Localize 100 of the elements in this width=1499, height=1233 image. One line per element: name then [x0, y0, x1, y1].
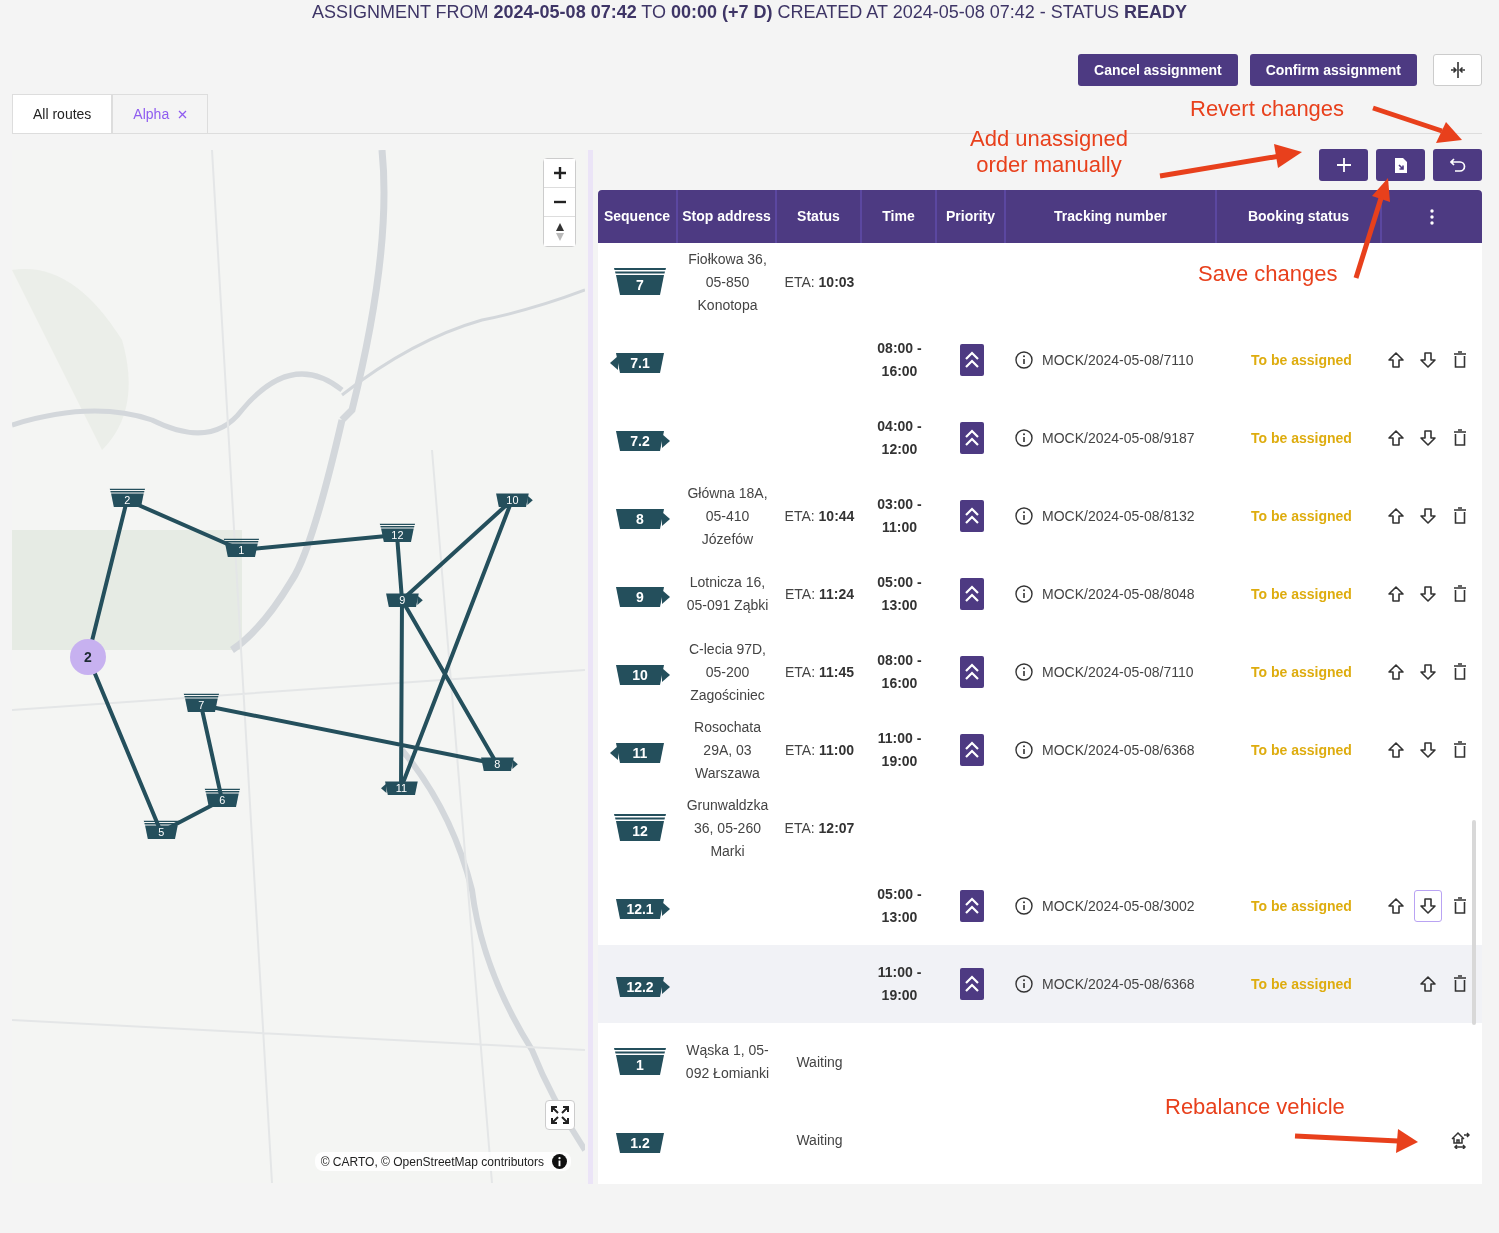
zoom-in-button[interactable]	[544, 159, 575, 188]
booking-status: To be assigned	[1251, 740, 1352, 760]
route-tab[interactable]: All routes	[12, 94, 113, 133]
arrow-down-icon	[1419, 663, 1437, 681]
trash-icon	[1452, 741, 1468, 759]
stop-address: Fiołkowa 36, 05-850 Konotopa	[687, 249, 768, 315]
tracking-number: MOCK/2024-05-08/8048	[1042, 584, 1195, 604]
plus-icon	[553, 167, 566, 179]
stop-address: Grunwaldzka 36, 05-260 Marki	[685, 795, 770, 861]
undo-button[interactable]	[1433, 149, 1482, 181]
trash-icon	[1452, 351, 1468, 369]
scrollbar-thumb[interactable]	[1472, 820, 1476, 1025]
stop-address: Główna 18A, 05-410 Józefów	[686, 483, 769, 549]
tracking-number: MOCK/2024-05-08/3002	[1042, 896, 1195, 916]
arrow-down-icon	[1419, 585, 1437, 603]
tracking-number: MOCK/2024-05-08/8132	[1042, 506, 1195, 526]
add-order-button[interactable]	[1319, 149, 1368, 181]
tracking-number: MOCK/2024-05-08/7110	[1042, 662, 1194, 682]
time-window: 11:00 - 19:00	[868, 727, 931, 773]
time-window: 05:00 - 13:00	[868, 571, 931, 617]
plus-icon	[1336, 158, 1351, 172]
trash-icon	[1452, 975, 1468, 993]
arrow-up-icon	[1387, 585, 1405, 603]
map-attribution: © CARTO, © OpenStreetMap contributors	[320, 1154, 544, 1169]
tracking-number: MOCK/2024-05-08/6368	[1042, 974, 1195, 994]
stop-address: Lotnicza 16, 05-091 Ząbki	[685, 573, 770, 615]
stop-status: Waiting	[796, 1052, 843, 1072]
time-window: 08:00 - 16:00	[868, 649, 931, 695]
stop-status: ETA: 12:07	[784, 818, 855, 838]
info-icon[interactable]	[1015, 351, 1033, 369]
booking-status: To be assigned	[1251, 584, 1352, 604]
booking-status: To be assigned	[1251, 506, 1352, 526]
info-icon[interactable]	[1015, 741, 1033, 759]
annotation-text: Revert changes	[1190, 96, 1346, 122]
close-icon[interactable]	[178, 109, 188, 119]
stop-status: ETA: 10:03	[784, 272, 855, 292]
split-view-icon	[1448, 61, 1467, 79]
trash-icon	[1452, 663, 1468, 681]
move-down-button[interactable]	[1414, 890, 1442, 922]
annotation-text: Rebalance vehicle	[1165, 1094, 1346, 1120]
arrow-up-icon	[1387, 897, 1405, 915]
arrow-up-icon	[1387, 741, 1405, 759]
assignment-title: ASSIGNMENT FROM 2024-05-08 07:42 TO 00:00 (+7 D) CREATED AT 2024-05-08 07:42 - STATUS READY	[310, 1, 1189, 24]
arrow-up-icon	[1387, 507, 1405, 525]
info-icon[interactable]	[1015, 975, 1033, 993]
booking-status: To be assigned	[1251, 428, 1352, 448]
tracking-number: MOCK/2024-05-08/6368	[1042, 740, 1195, 760]
booking-status: To be assigned	[1251, 896, 1352, 916]
arrow-up-icon	[1419, 975, 1437, 993]
booking-status: To be assigned	[1251, 662, 1352, 682]
info-icon[interactable]	[1015, 507, 1033, 525]
trash-icon	[1452, 897, 1468, 915]
save-button[interactable]	[1376, 149, 1425, 181]
annotation-text: Add unassigned order manually	[969, 126, 1129, 178]
arrow-up-icon	[1387, 351, 1405, 369]
arrow-up-icon	[1387, 663, 1405, 681]
assignment-button[interactable]: Confirm assignment	[1249, 54, 1417, 86]
stop-status: ETA: 11:45	[785, 662, 854, 682]
route-cluster-marker[interactable]: 2	[70, 639, 106, 675]
stop-address: Wąska 1, 05-092 Łomianki	[684, 1041, 771, 1083]
info-icon[interactable]	[1015, 663, 1033, 681]
split-view-button[interactable]	[1433, 54, 1482, 86]
stop-address: Rosochata 29A, 03 Warszawa	[693, 717, 762, 783]
stop-status: ETA: 11:24	[785, 584, 854, 604]
arrow-down-icon	[1419, 351, 1437, 369]
arrow-down-icon	[1419, 429, 1437, 447]
minus-icon	[553, 200, 566, 204]
time-window: 04:00 - 12:00	[868, 415, 931, 461]
fullscreen-button[interactable]	[545, 1100, 575, 1130]
stop-status: ETA: 11:00	[785, 740, 854, 760]
stop-status: Waiting	[796, 1130, 843, 1150]
time-window: 11:00 - 19:00	[868, 961, 931, 1007]
annotation-text: Save changes	[1198, 261, 1339, 287]
booking-status: To be assigned	[1251, 350, 1352, 370]
arrow-up-icon	[1387, 429, 1405, 447]
info-icon[interactable]	[1015, 897, 1033, 915]
trash-icon	[1452, 429, 1468, 447]
tracking-number: MOCK/2024-05-08/7110	[1042, 350, 1194, 370]
time-window: 08:00 - 16:00	[868, 337, 931, 383]
info-icon[interactable]	[1015, 585, 1033, 603]
info-icon[interactable]	[1015, 429, 1033, 447]
more-options-icon[interactable]	[1430, 208, 1434, 225]
trash-icon	[1452, 585, 1468, 603]
time-window: 03:00 - 11:00	[868, 493, 931, 539]
route-tab[interactable]: Alpha	[112, 94, 209, 133]
info-icon[interactable]	[552, 1154, 567, 1169]
time-window: 05:00 - 13:00	[868, 883, 931, 929]
arrow-down-icon	[1419, 897, 1437, 915]
booking-status: To be assigned	[1251, 974, 1352, 994]
assignment-button[interactable]: Cancel assignment	[1078, 54, 1238, 86]
arrow-down-icon	[1419, 741, 1437, 759]
stop-status: ETA: 10:44	[784, 506, 855, 526]
house-arrows-icon	[1450, 1131, 1470, 1149]
compass-icon	[554, 221, 565, 242]
undo-icon	[1449, 157, 1466, 173]
trash-icon	[1452, 507, 1468, 525]
fullscreen-icon	[550, 1105, 570, 1125]
save-file-icon	[1393, 156, 1408, 174]
tracking-number: MOCK/2024-05-08/9187	[1042, 428, 1195, 448]
arrow-down-icon	[1419, 507, 1437, 525]
